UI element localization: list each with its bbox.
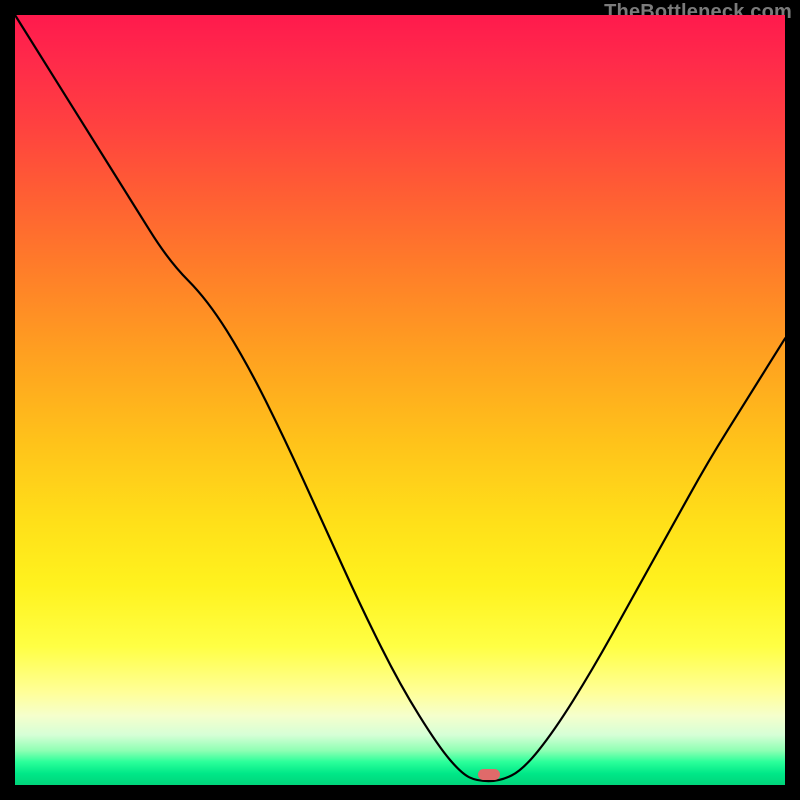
plot-area [15, 15, 785, 785]
bottleneck-curve-path [15, 15, 785, 781]
curve-svg [15, 15, 785, 785]
chart-frame: TheBottleneck.com [0, 0, 800, 800]
optimal-point-marker [478, 769, 500, 780]
